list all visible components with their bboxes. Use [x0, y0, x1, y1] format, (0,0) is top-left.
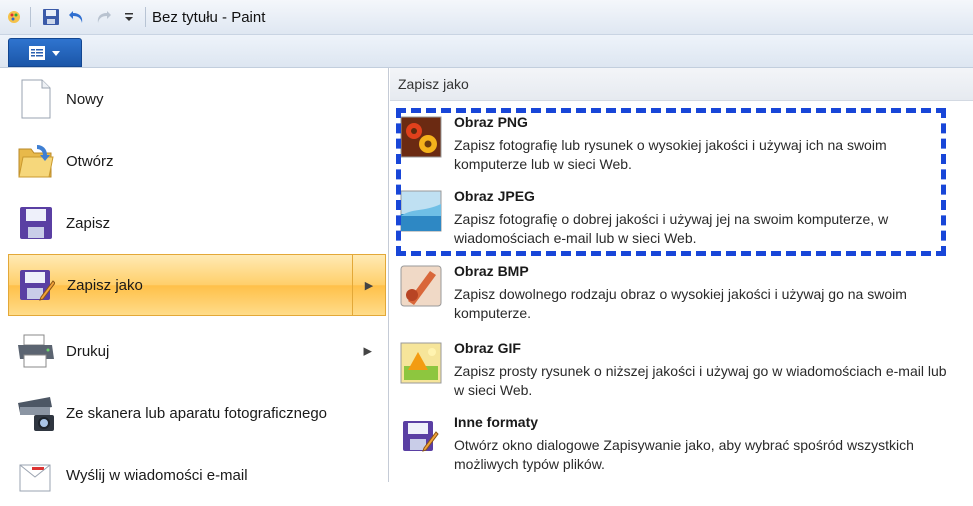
save-as-submenu: Zapisz jako Obraz PNG Zapisz fotografię … — [390, 68, 973, 482]
undo-arrow-icon — [69, 11, 83, 23]
menu-item-open[interactable]: Otwórz — [8, 130, 386, 192]
format-title: Obraz JPEG — [454, 188, 535, 204]
menu-item-send-email[interactable]: Wyślij w wiadomości e-mail — [8, 444, 386, 506]
menu-item-scanner-camera[interactable]: Ze skanera lub aparatu fotograficznego — [8, 382, 386, 444]
redo-button[interactable] — [91, 5, 115, 29]
format-title: Obraz GIF — [454, 340, 521, 356]
format-title: Obraz PNG — [454, 114, 528, 130]
separator — [30, 7, 31, 27]
email-icon — [16, 453, 56, 497]
menu-item-label: Drukuj — [66, 342, 110, 360]
menu-item-label: Zapisz — [66, 214, 111, 232]
application-menu-list: Nowy Otwórz Zapisz Zapisz jako ▶ Drukuj … — [8, 68, 389, 492]
format-description: Zapisz fotografię lub rysunek o wysokiej… — [454, 137, 887, 172]
menu-item-label: Zapisz jako — [67, 276, 143, 294]
menu-item-label: Otwórz — [66, 152, 114, 170]
chevron-right-icon: ▶ — [364, 279, 374, 292]
floppy-disk-icon — [43, 9, 59, 25]
format-description: Zapisz fotografię o dobrej jakości i uży… — [454, 211, 889, 246]
format-item-jpeg[interactable]: Obraz JPEG Zapisz fotografię o dobrej ja… — [400, 188, 960, 250]
undo-button[interactable] — [65, 5, 89, 29]
submenu-header: Zapisz jako — [390, 68, 973, 101]
format-title: Inne formaty — [454, 414, 539, 430]
bmp-image-icon — [400, 265, 442, 307]
scanner-camera-icon — [16, 391, 56, 435]
chevron-right-icon[interactable]: ▶ — [364, 345, 372, 358]
menu-item-label: Nowy — [66, 90, 104, 108]
chevron-down-icon — [52, 50, 60, 56]
format-item-png[interactable]: Obraz PNG Zapisz fotografię lub rysunek … — [400, 114, 960, 176]
application-menu-button[interactable] — [8, 38, 82, 67]
format-description: Zapisz dowolnego rodzaju obraz o wysokie… — [454, 286, 907, 321]
menu-item-label: Ze skanera lub aparatu fotograficznego — [66, 404, 327, 422]
paint-app-icon[interactable] — [2, 5, 26, 29]
format-item-bmp[interactable]: Obraz BMP Zapisz dowolnego rodzaju obraz… — [400, 263, 960, 325]
format-description: Zapisz prosty rysunek o niższej jakości … — [454, 363, 947, 398]
menu-item-save[interactable]: Zapisz — [8, 192, 386, 254]
menu-document-icon — [29, 45, 45, 60]
submenu-title: Zapisz jako — [398, 76, 469, 92]
save-as-icon — [17, 263, 57, 307]
menu-item-save-as[interactable]: Zapisz jako ▶ — [8, 254, 386, 316]
png-image-icon — [400, 116, 442, 158]
floppy-disk-icon — [16, 201, 56, 245]
format-title: Obraz BMP — [454, 263, 529, 279]
window-title: Bez tytułu - Paint — [152, 8, 266, 26]
save-as-other-icon — [400, 416, 442, 458]
menu-item-new[interactable]: Nowy — [8, 68, 386, 130]
format-item-other[interactable]: Inne formaty Otwórz okno dialogowe Zapis… — [400, 414, 960, 476]
new-document-icon — [16, 77, 56, 121]
format-description: Otwórz okno dialogowe Zapisywanie jako, … — [454, 437, 914, 472]
jpeg-image-icon — [400, 190, 442, 232]
customize-quick-access-button[interactable] — [117, 5, 141, 29]
save-quick-button[interactable] — [39, 5, 63, 29]
dropdown-small-icon — [125, 13, 133, 21]
printer-icon — [16, 329, 56, 373]
menu-item-label: Wyślij w wiadomości e-mail — [66, 466, 248, 484]
format-item-gif[interactable]: Obraz GIF Zapisz prosty rysunek o niższe… — [400, 340, 960, 402]
ribbon-tab-strip — [0, 35, 973, 68]
separator — [145, 7, 146, 27]
redo-arrow-icon — [97, 11, 111, 23]
menu-item-print[interactable]: Drukuj ▶ — [8, 320, 386, 382]
gif-image-icon — [400, 342, 442, 384]
submenu-arrow-button[interactable]: ▶ — [352, 255, 385, 315]
title-bar: Bez tytułu - Paint — [0, 0, 973, 35]
open-folder-icon — [16, 139, 56, 183]
